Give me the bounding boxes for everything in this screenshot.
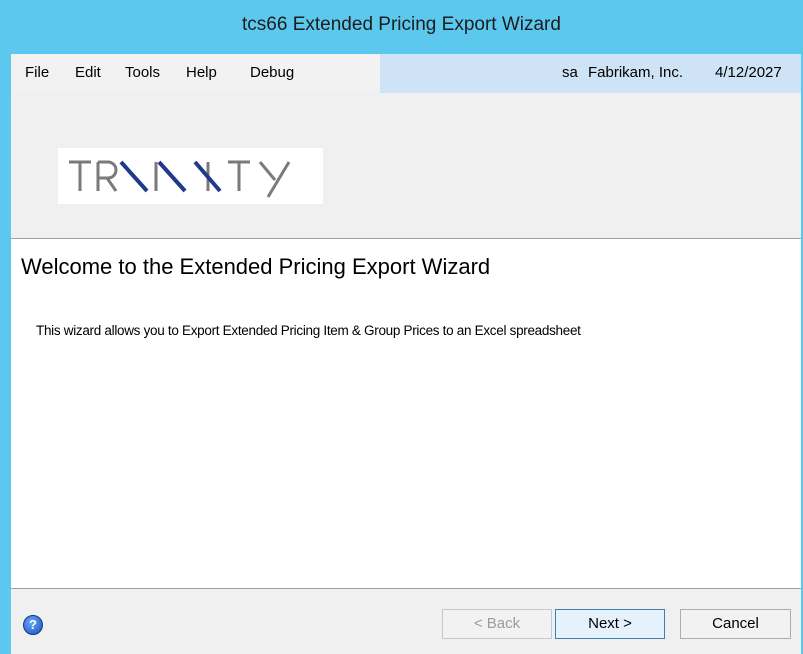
menu-edit[interactable]: Edit xyxy=(75,64,101,81)
menu-bar: File Edit Tools Help Debug sa Fabrikam, … xyxy=(11,54,803,93)
window-titlebar[interactable]: tcs66 Extended Pricing Export Wizard xyxy=(0,0,803,54)
status-date: 4/12/2027 xyxy=(715,64,782,81)
trinity-logo xyxy=(58,148,323,204)
cancel-button[interactable]: Cancel xyxy=(680,609,791,639)
next-button[interactable]: Next > xyxy=(555,609,665,639)
menu-left-area: File Edit Tools Help Debug xyxy=(11,54,380,93)
status-user: sa xyxy=(562,64,578,81)
wizard-content: Welcome to the Extended Pricing Export W… xyxy=(11,238,801,589)
wizard-footer: ? < Back Next > Cancel xyxy=(11,589,803,654)
menu-file[interactable]: File xyxy=(25,64,49,81)
menu-tools[interactable]: Tools xyxy=(125,64,160,81)
back-button[interactable]: < Back xyxy=(442,609,552,639)
wizard-window: File Edit Tools Help Debug sa Fabrikam, … xyxy=(11,54,803,654)
status-company: Fabrikam, Inc. xyxy=(588,64,684,81)
menu-help[interactable]: Help xyxy=(186,64,217,81)
window-title: tcs66 Extended Pricing Export Wizard xyxy=(242,14,561,35)
menu-debug[interactable]: Debug xyxy=(250,64,294,81)
wizard-description: This wizard allows you to Export Extende… xyxy=(36,323,581,338)
page-title: Welcome to the Extended Pricing Export W… xyxy=(21,254,491,279)
help-icon[interactable]: ? xyxy=(23,615,43,635)
